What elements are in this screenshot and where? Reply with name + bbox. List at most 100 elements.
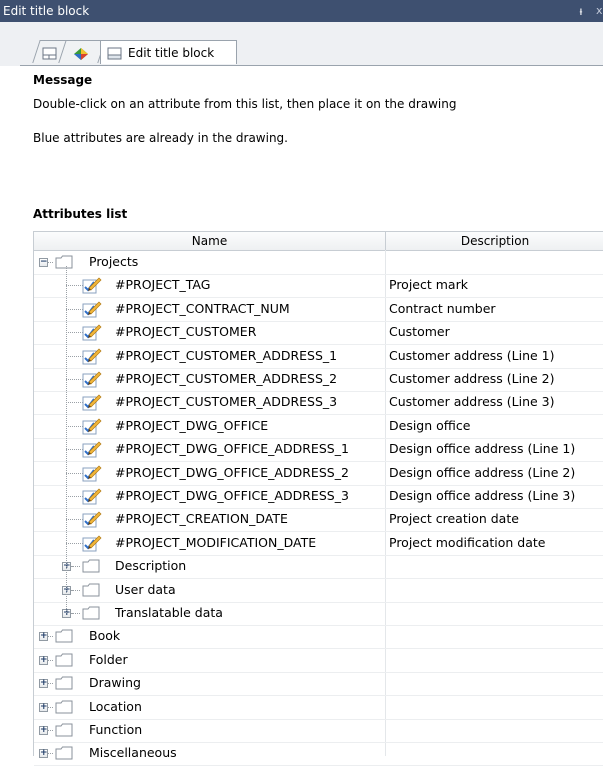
page-layout-icon (42, 47, 57, 60)
tree-node-subfolder[interactable]: +Translatable data (34, 602, 603, 626)
table-header: Name Description (34, 232, 603, 251)
attribute-icon (82, 418, 102, 435)
title-block-icon (107, 47, 122, 60)
tree-node-label: Translatable data (115, 605, 223, 620)
attribute-name: #PROJECT_DWG_OFFICE (115, 417, 269, 433)
tree-connector (48, 730, 54, 731)
tree-node-folder[interactable]: + Location (34, 696, 603, 720)
column-header-description[interactable]: Description (386, 232, 603, 250)
tree-connector (48, 636, 54, 638)
tree-node-folder[interactable]: + Book (34, 625, 603, 650)
attribute-description: Customer (389, 324, 450, 340)
tree-node-label: User data (115, 581, 176, 597)
tree-connector (71, 613, 81, 614)
attribute-name: #PROJECT_MODIFICATION_DATE (115, 534, 317, 550)
folder-icon (82, 583, 100, 597)
attribute-name: #PROJECT_CUSTOMER_ADDRESS_3 (115, 394, 338, 410)
tree-connector (71, 566, 81, 568)
folder-icon (55, 700, 73, 714)
attribute-row[interactable]: #PROJECT_CONTRACT_NUM Contract number (34, 298, 603, 322)
folder-icon (55, 653, 73, 667)
attribute-name: #PROJECT_DWG_OFFICE_ADDRESS_3 (115, 488, 349, 503)
folder-icon (82, 559, 100, 573)
message-heading: Message (33, 73, 93, 87)
attribute-icon (82, 371, 102, 388)
attributes-table: Name Description − Projects #PROJECT_TAG Pr… (33, 231, 603, 766)
attribute-icon (82, 535, 102, 552)
attributes-list-heading: Attributes list (33, 207, 128, 221)
window-titlebar: Edit title block ᵼ x (0, 0, 603, 22)
tree-node-projects[interactable]: − Projects (34, 251, 603, 275)
attribute-row[interactable]: #PROJECT_CREATION_DATE Project creation d… (34, 508, 603, 533)
tree-node-label: Drawing (89, 675, 141, 691)
expand-icon[interactable]: + (39, 726, 48, 735)
attribute-name: #PROJECT_CUSTOMER (115, 324, 257, 340)
expand-icon[interactable]: + (39, 679, 48, 689)
attribute-row[interactable]: #PROJECT_DWG_OFFICE_ADDRESS_2 Design offi… (34, 462, 603, 486)
attribute-icon (82, 441, 102, 458)
attribute-name: #PROJECT_TAG (115, 277, 211, 293)
attribute-description: Project creation date (389, 511, 519, 527)
window-title: Edit title block (3, 4, 90, 18)
attribute-name: #PROJECT_CONTRACT_NUM (115, 300, 290, 316)
attribute-icon (82, 394, 102, 411)
attribute-row[interactable]: #PROJECT_CUSTOMER_ADDRESS_1 Customer addr… (34, 345, 603, 369)
attribute-row[interactable]: #PROJECT_TAG Project mark (34, 274, 603, 299)
attribute-row[interactable]: #PROJECT_CUSTOMER Customer (34, 321, 603, 346)
tree-node-label: Location (89, 698, 142, 714)
folder-icon (55, 746, 73, 760)
expand-icon[interactable]: + (39, 632, 48, 642)
attribute-description: Project modification date (389, 534, 546, 550)
attribute-icon (82, 348, 102, 365)
attribute-description: Customer address (Line 1) (389, 347, 555, 363)
tree-node-folder[interactable]: + Function (34, 719, 603, 743)
message-instruction: Double-click on an attribute from this l… (33, 97, 457, 111)
message-note: Blue attributes are already in the drawi… (33, 131, 288, 145)
attribute-name: #PROJECT_DWG_OFFICE_ADDRESS_2 (115, 464, 349, 480)
tree-connector (48, 659, 54, 661)
folder-icon (55, 255, 73, 269)
collapse-icon[interactable]: − (39, 258, 48, 267)
tree-connector (48, 683, 54, 685)
attribute-icon (82, 465, 102, 482)
tab-edit-title-block-label: Edit title block (128, 46, 215, 60)
expand-icon[interactable]: + (39, 702, 48, 712)
attribute-name: #PROJECT_CREATION_DATE (115, 511, 288, 527)
attribute-row[interactable]: #PROJECT_DWG_OFFICE_ADDRESS_1 Design offi… (34, 438, 603, 463)
attribute-name: #PROJECT_CUSTOMER_ADDRESS_1 (115, 347, 338, 363)
expand-icon[interactable]: + (39, 749, 48, 759)
attribute-row[interactable]: #PROJECT_DWG_OFFICE Design office (34, 415, 603, 439)
attribute-icon (82, 301, 102, 318)
expand-icon[interactable]: + (39, 655, 48, 665)
attribute-description: Contract number (389, 300, 496, 316)
pin-icon[interactable]: ᵼ (575, 0, 587, 22)
attribute-icon (82, 511, 102, 528)
tree-node-label: Miscellaneous (89, 745, 177, 761)
attribute-description: Customer address (Line 2) (389, 371, 555, 386)
tree-node-label: Projects (89, 254, 139, 269)
tree-connector (48, 706, 54, 708)
tree-connector (48, 262, 54, 263)
attribute-icon (82, 324, 102, 341)
tree-node-label: Description (115, 558, 187, 574)
tree-node-label: Folder (89, 651, 128, 667)
attribute-row[interactable]: #PROJECT_CUSTOMER_ADDRESS_3 Customer addr… (34, 391, 603, 416)
attribute-description: Design office address (Line 3) (389, 488, 576, 503)
folder-icon (82, 606, 100, 620)
tree-node-subfolder[interactable]: +Description (34, 555, 603, 580)
attribute-icon (82, 277, 102, 294)
attribute-description: Project mark (389, 277, 468, 293)
tree-node-subfolder[interactable]: +User data (34, 579, 603, 603)
tree-node-folder[interactable]: + Drawing (34, 672, 603, 697)
attribute-description: Design office (389, 417, 471, 433)
close-icon[interactable]: x (596, 0, 603, 22)
attribute-row[interactable]: #PROJECT_CUSTOMER_ADDRESS_2 Customer addr… (34, 368, 603, 392)
column-header-name[interactable]: Name (34, 232, 386, 250)
tree-node-folder[interactable]: + Folder (34, 649, 603, 673)
attribute-name: #PROJECT_CUSTOMER_ADDRESS_2 (115, 371, 338, 386)
attribute-row[interactable]: #PROJECT_DWG_OFFICE_ADDRESS_3 Design offi… (34, 485, 603, 509)
tree-node-folder[interactable]: + Miscellaneous (34, 742, 603, 766)
attribute-row[interactable]: #PROJECT_MODIFICATION_DATE Project modifi… (34, 532, 603, 556)
tree-connector (48, 753, 54, 755)
attribute-description: Design office address (Line 2) (389, 464, 576, 480)
